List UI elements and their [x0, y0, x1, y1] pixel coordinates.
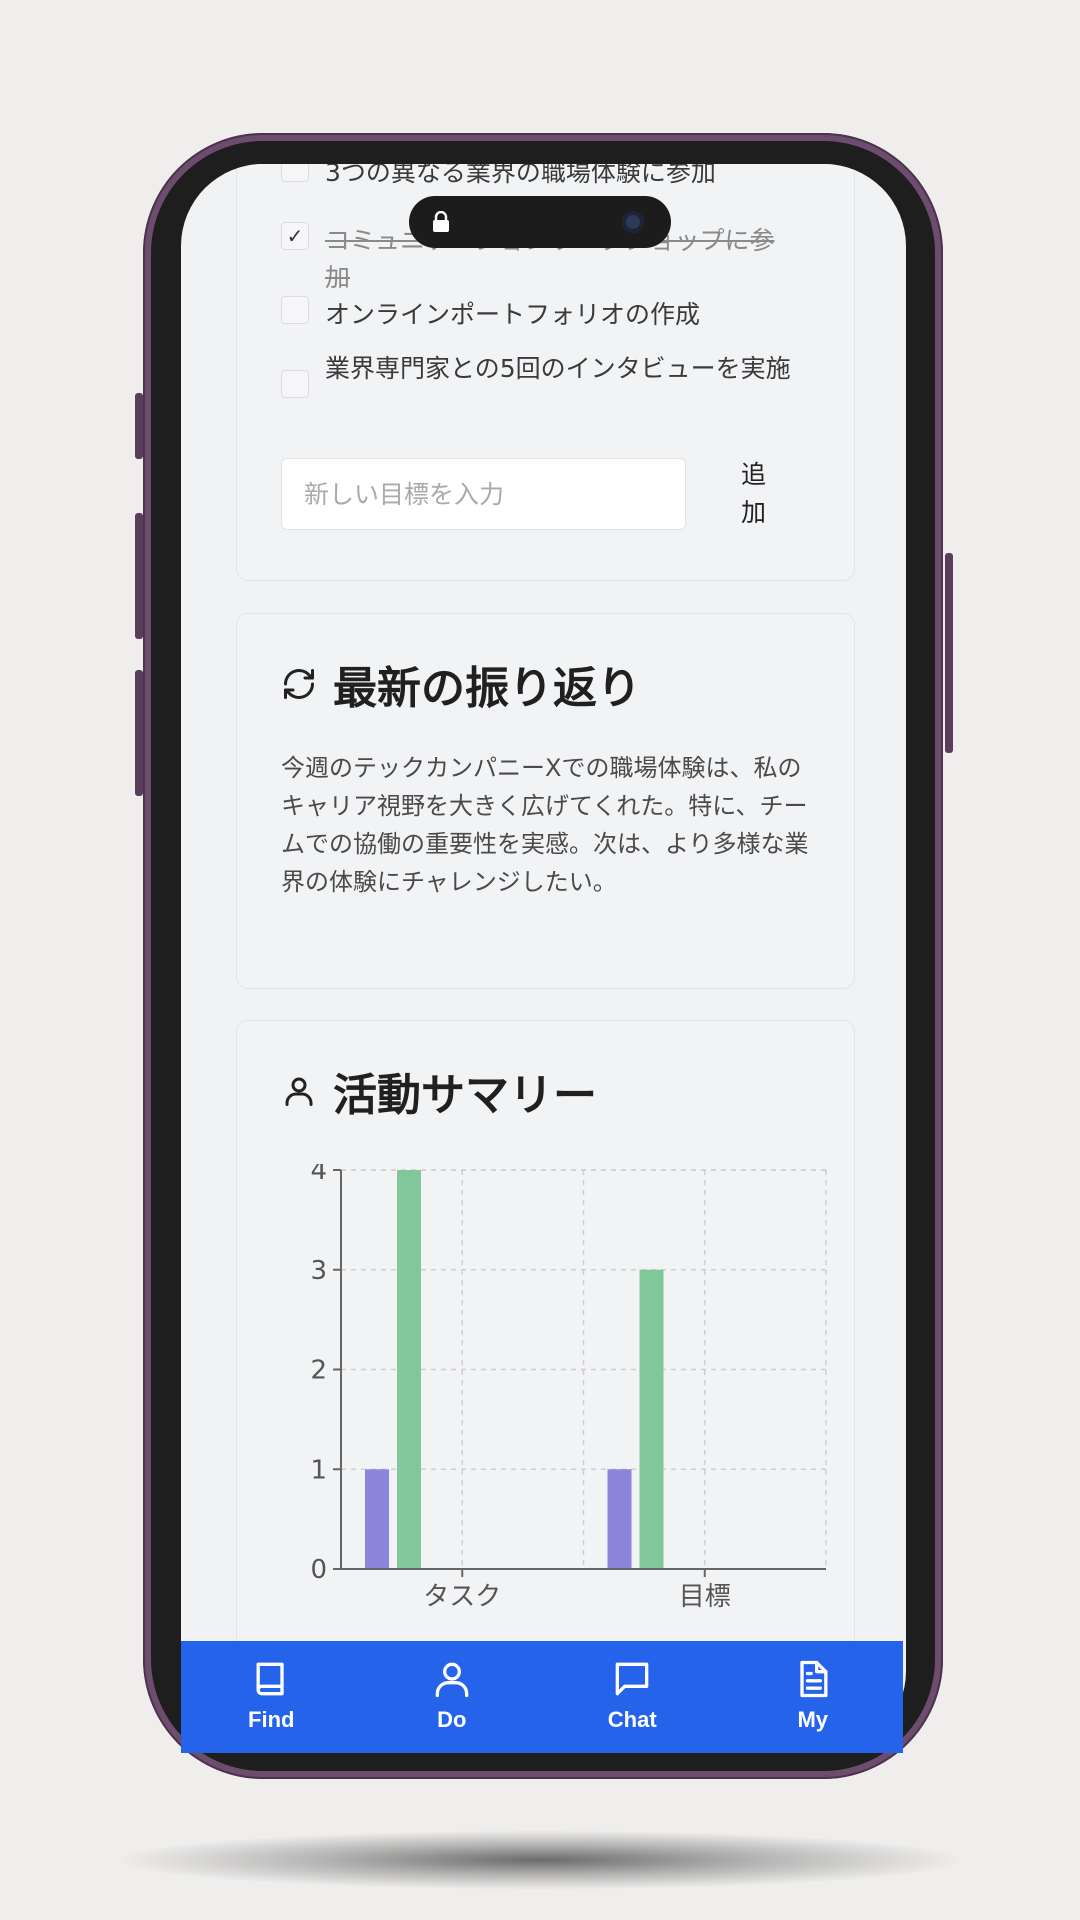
add-goal-button[interactable]: 追加: [741, 456, 781, 532]
user-icon: [435, 1662, 469, 1698]
mute-switch: [135, 393, 143, 459]
tab-find[interactable]: Find: [181, 1641, 362, 1753]
goal-checkbox[interactable]: [281, 296, 309, 324]
goal-label: 3つの異なる業界の職場体験に参加: [325, 164, 716, 187]
goal-label: オンラインポートフォリオの作成: [325, 300, 701, 329]
bar: [639, 1269, 664, 1569]
goal-label: 業界専門家との5回のインタビューを実施: [325, 354, 791, 383]
reflection-title: 最新の振り返り: [281, 652, 641, 716]
tab-my[interactable]: My: [723, 1641, 904, 1753]
tab-do[interactable]: Do: [362, 1641, 543, 1753]
tab-chat[interactable]: Chat: [542, 1641, 723, 1753]
camera-icon: [622, 211, 644, 233]
goal-checkbox[interactable]: ✓: [281, 222, 309, 250]
goal-item[interactable]: 3つの異なる業界の職場体験に参加: [281, 164, 795, 191]
bar: [365, 1469, 389, 1569]
y-tick-label: 0: [310, 1555, 327, 1585]
x-tick-label: 目標: [679, 1582, 731, 1612]
goal-checkbox[interactable]: [281, 164, 309, 182]
bottom-tab-bar: Find Do Chat My: [181, 1641, 903, 1753]
volume-up-button: [135, 513, 143, 639]
tab-chat-label: Chat: [607, 1707, 657, 1732]
y-tick-label: 4: [310, 1164, 327, 1186]
goal-item[interactable]: 業界専門家との5回のインタビューを実施: [281, 350, 795, 398]
tab-find-label: Find: [248, 1707, 295, 1732]
chat-icon: [615, 1662, 649, 1696]
goal-item[interactable]: オンラインポートフォリオの作成: [281, 296, 795, 333]
book-icon: [256, 1662, 284, 1696]
y-tick-label: 1: [310, 1455, 327, 1485]
x-tick-label: タスク: [423, 1582, 501, 1612]
activity-title: 活動サマリー: [281, 1059, 597, 1123]
tab-my-label: My: [797, 1707, 829, 1732]
y-tick-label: 2: [310, 1356, 327, 1386]
check-icon: ✓: [286, 224, 304, 248]
refresh-icon: [284, 669, 314, 699]
activity-title-text: 活動サマリー: [333, 1070, 597, 1121]
new-goal-input[interactable]: [281, 458, 686, 530]
bar: [607, 1469, 632, 1569]
bar: [397, 1170, 421, 1569]
goal-checkbox[interactable]: [281, 370, 309, 398]
volume-down-button: [135, 670, 143, 796]
dynamic-island: [409, 196, 671, 248]
lock-icon: [433, 211, 449, 232]
reflection-title-text: 最新の振り返り: [333, 663, 641, 714]
power-button: [945, 553, 953, 753]
document-icon: [800, 1660, 828, 1698]
screen[interactable]: 3つの異なる業界の職場体験に参加 ✓ コミュニケーションワークショップに参加 オ…: [181, 164, 906, 1753]
user-icon: [285, 1077, 313, 1106]
tab-do-label: Do: [437, 1707, 467, 1732]
y-tick-label: 3: [310, 1256, 327, 1286]
reflection-body: 今週のテックカンパニーXでの職場体験は、私のキャリア視野を大きく広げてくれた。特…: [281, 754, 809, 896]
activity-chart: 0 1 2 3 4 タスク 目標: [310, 1164, 827, 1612]
phone-shadow: [110, 1830, 970, 1890]
